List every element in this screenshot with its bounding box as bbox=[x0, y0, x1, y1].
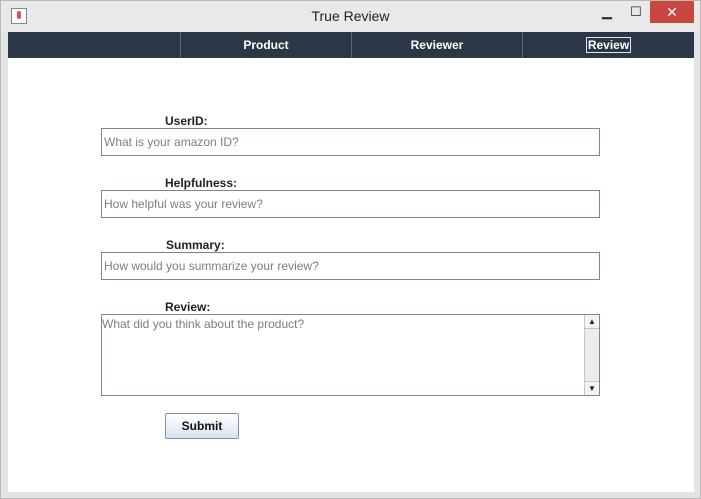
maximize-button[interactable]: ☐ bbox=[622, 1, 650, 23]
main-panel: Product Reviewer Review UserID: Helpfuln… bbox=[8, 32, 694, 492]
submit-button[interactable]: Submit bbox=[165, 413, 239, 439]
userid-label: UserID: bbox=[165, 114, 208, 128]
tab-label: Reviewer bbox=[410, 38, 464, 52]
tab-label: Review bbox=[585, 37, 632, 53]
minimize-button[interactable]: ▁ bbox=[593, 1, 621, 23]
tab-bar: Product Reviewer Review bbox=[8, 32, 694, 58]
tab-reviewer[interactable]: Reviewer bbox=[351, 32, 522, 58]
review-textarea-container: ▲ ▼ bbox=[101, 314, 600, 396]
review-textarea[interactable] bbox=[102, 315, 584, 395]
helpfulness-label: Helpfulness: bbox=[165, 176, 238, 190]
title-bar[interactable]: True Review ▁ ☐ ✕ bbox=[1, 1, 700, 32]
summary-field[interactable] bbox=[101, 252, 600, 280]
userid-field[interactable] bbox=[101, 128, 600, 156]
tab-label: Product bbox=[243, 38, 289, 52]
review-scrollbar[interactable]: ▲ ▼ bbox=[584, 315, 599, 395]
review-label: Review: bbox=[165, 300, 211, 314]
arrow-up-icon[interactable]: ▲ bbox=[585, 315, 599, 329]
tab-review[interactable]: Review bbox=[522, 32, 694, 58]
tab-product[interactable]: Product bbox=[180, 32, 351, 58]
arrow-down-icon[interactable]: ▼ bbox=[585, 381, 599, 395]
helpfulness-field[interactable] bbox=[101, 190, 600, 218]
app-window: True Review ▁ ☐ ✕ Product Reviewer Revie… bbox=[0, 0, 701, 499]
close-button[interactable]: ✕ bbox=[650, 1, 694, 23]
summary-label: Summary: bbox=[166, 238, 225, 252]
